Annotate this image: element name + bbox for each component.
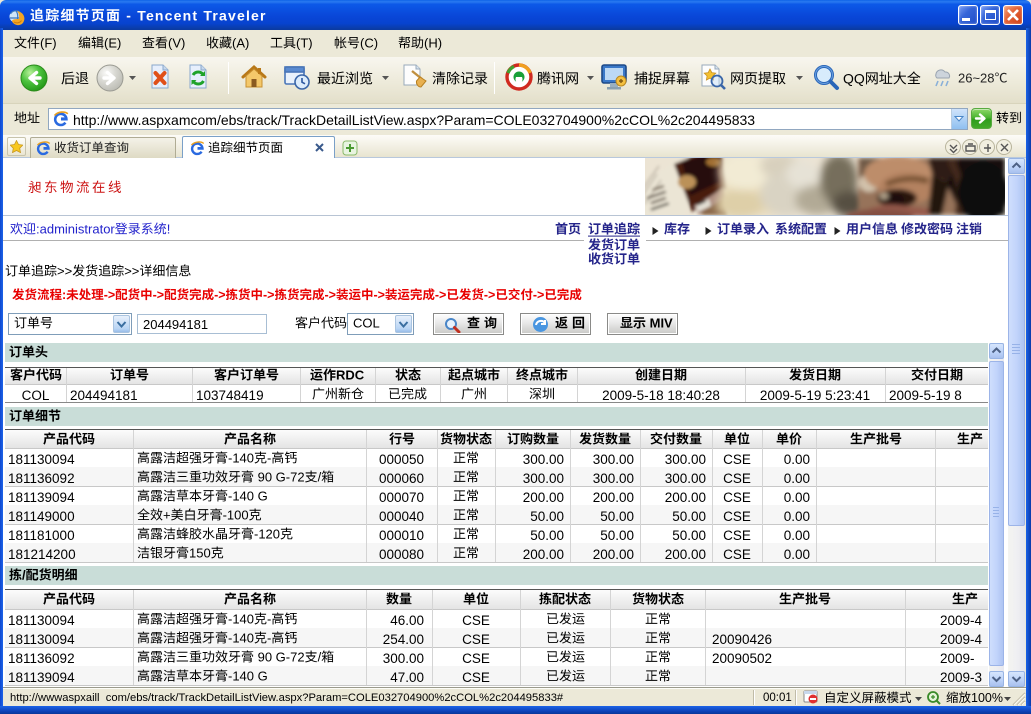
svg-text:QQ: QQ [843,70,865,86]
svg-text:RDC: RDC [336,367,365,382]
svg-text:(C): (C) [360,35,378,50]
svg-text:->: -> [435,288,446,302]
svg-text:(E): (E) [104,35,121,50]
svg-text:- Tencent Traveler: - Tencent Traveler [121,7,266,23]
svg-text:26~28: 26~28 [958,70,995,85]
svg-text:150: 150 [189,545,211,560]
svg-text:(T): (T) [296,35,313,50]
svg-text:->: -> [325,288,336,302]
svg-text:(V): (V) [168,35,185,50]
svg-text:-140 G: -140 G [228,488,268,503]
svg-text:100%: 100% [971,691,1003,705]
svg-text:->: -> [484,288,495,302]
svg-text:COL: COL [353,315,380,330]
svg-text:-140: -140 [228,450,254,465]
svg-text:+: + [163,507,171,522]
svg-text:-100: -100 [223,507,249,522]
svg-text:(H): (H) [424,35,442,50]
svg-text::: : [62,288,66,302]
svg-text:->: -> [153,288,164,302]
svg-text:->: -> [374,288,385,302]
svg-text:MIV: MIV [646,315,673,330]
svg-text:>>: >> [124,263,139,278]
svg-text::administrator: :administrator [36,221,115,236]
svg-text:->: -> [533,288,544,302]
svg-text:->: -> [263,288,274,302]
svg-text:!: ! [167,221,171,236]
svg-text:>>: >> [57,263,72,278]
svg-text:/: / [22,567,26,582]
svg-text:->: -> [104,288,115,302]
svg-text:(A): (A) [232,35,249,50]
svg-text:->: -> [214,288,225,302]
svg-text:(F): (F) [40,35,57,50]
